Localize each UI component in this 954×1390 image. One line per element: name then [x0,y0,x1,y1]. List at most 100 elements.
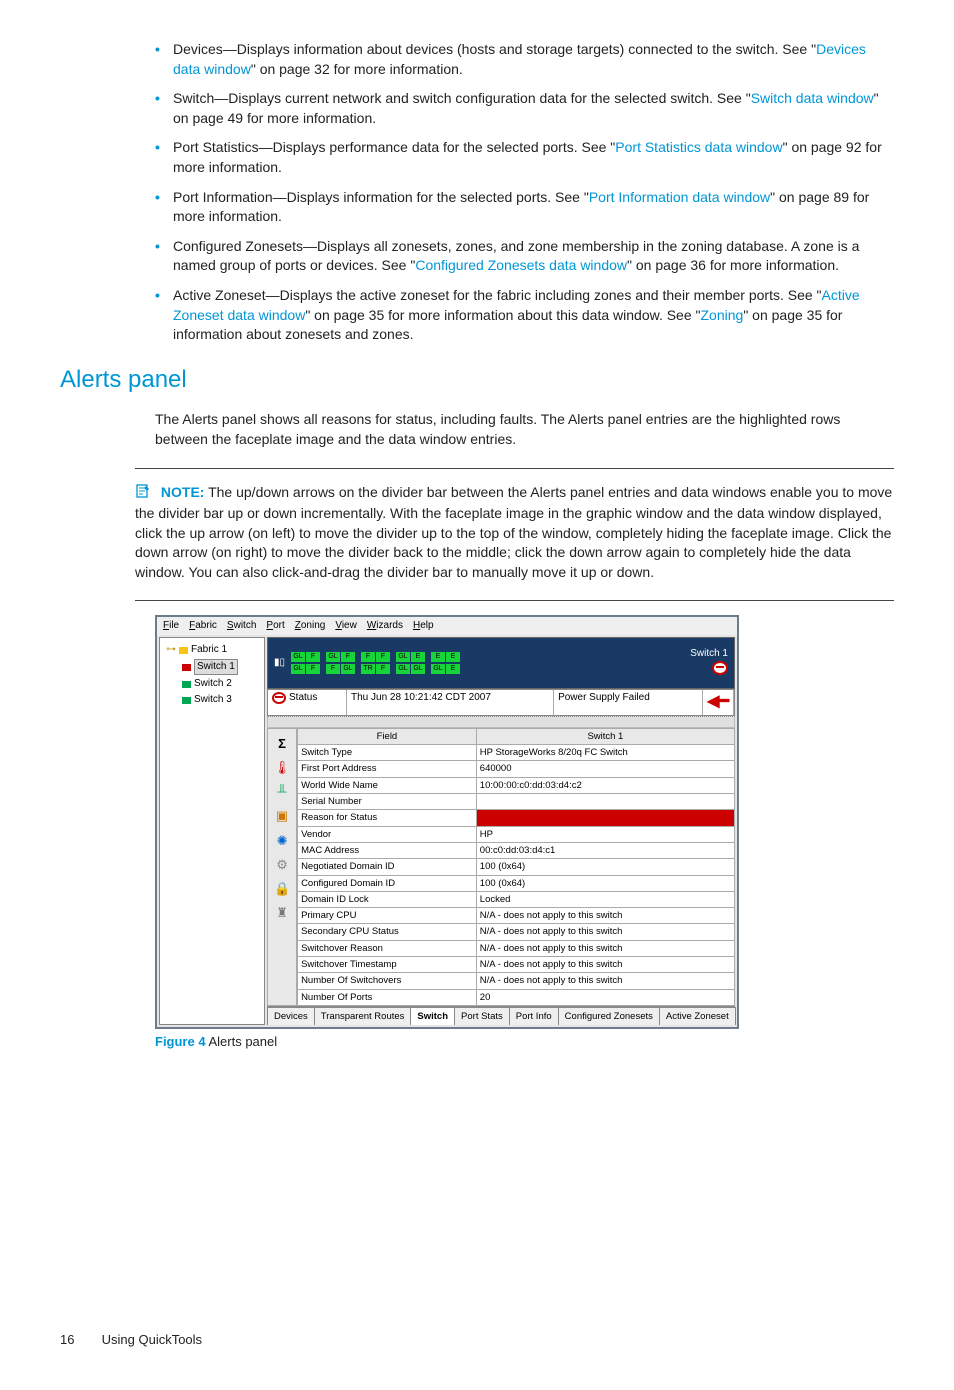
tab[interactable]: Port Stats [454,1007,510,1025]
menu-item[interactable]: Fabric [189,619,217,633]
cross-reference-link[interactable]: Port Information data window [589,189,770,205]
lock-icon[interactable]: 🔒 [274,880,290,898]
tree-item[interactable]: Switch 2 [162,676,262,692]
globe-icon[interactable]: ✺ [277,832,288,850]
cell-field: First Port Address [298,761,477,777]
table-row: Number Of Ports20 [298,989,735,1005]
note-block: NOTE: The up/down arrows on the divider … [135,483,894,583]
cell-field: Number Of Ports [298,989,477,1005]
divider-bar[interactable] [267,716,735,728]
note-text: The up/down arrows on the divider bar be… [135,484,892,580]
cell-value: Locked [476,891,734,907]
table-row: World Wide Name10:00:00:c0:dd:03:d4:c2 [298,777,735,793]
faceplate[interactable]: ▮▯ Switch 1 [267,637,735,689]
fabric-swatch [179,647,188,654]
cell-field: Serial Number [298,794,477,810]
tab-bar[interactable]: DevicesTransparent RoutesSwitchPort Stat… [267,1006,735,1025]
thermometer-icon[interactable]: 🌡 [274,759,291,777]
cross-reference-link[interactable]: Active Zoneset data window [173,287,860,323]
fabric-tree[interactable]: ⊶ Fabric 1 Switch 1Switch 2 Switch 3 [159,637,265,1025]
status-time: Thu Jun 28 10:21:42 CDT 2007 [347,690,554,714]
note-icon [135,483,153,505]
tab[interactable]: Switch [410,1007,455,1025]
table-header-field[interactable]: Field [298,728,477,744]
cell-value: N/A - does not apply to this switch [476,973,734,989]
note-label: NOTE: [161,484,205,500]
intro-bullet-list: Devices—Displays information about devic… [60,40,894,345]
switch-swatch [182,664,191,671]
menu-item[interactable]: Switch [227,619,256,633]
menu-item[interactable]: Wizards [367,619,403,633]
menu-item[interactable]: Help [413,619,434,633]
cell-field: Negotiated Domain ID [298,859,477,875]
menu-item[interactable]: File [163,619,179,633]
section-intro: The Alerts panel shows all reasons for s… [155,410,894,449]
cross-reference-link[interactable]: Configured Zonesets data window [415,257,627,273]
cell-field: Domain ID Lock [298,891,477,907]
cross-reference-link[interactable]: Switch data window [751,90,874,106]
table-row: Switch TypeHP StorageWorks 8/20q FC Swit… [298,745,735,761]
menu-item[interactable]: Zoning [295,619,326,633]
cross-reference-link[interactable]: Zoning [701,307,744,323]
tab[interactable]: Port Info [509,1007,559,1025]
table-header-value[interactable]: Switch 1 [476,728,734,744]
menubar[interactable]: File Fabric Switch Port Zoning View Wizards Hel… [157,617,737,635]
cell-value [476,794,734,810]
tree-root-label: Fabric 1 [191,643,227,657]
bullet-item: Port Statistics—Displays performance dat… [155,138,894,177]
cell-field: Primary CPU [298,908,477,924]
cell-field: Configured Domain ID [298,875,477,891]
tower-icon[interactable]: ♜ [276,904,288,922]
page-number: 16 [60,1331,98,1349]
cell-value: Power Supply Failed [476,810,734,826]
page-footer: 16 Using QuickTools [60,1331,894,1349]
table-row: Reason for StatusPower Supply Failed [298,810,735,826]
tree-root[interactable]: ⊶ Fabric 1 [162,642,262,658]
cross-reference-link[interactable]: Devices data window [173,41,866,77]
app-window: File Fabric Switch Port Zoning View Wizards Hel… [155,615,739,1029]
cell-field: Secondary CPU Status [298,924,477,940]
figure-number: Figure 4 [155,1034,206,1049]
bullet-item: Active Zoneset—Displays the active zones… [155,286,894,345]
cell-value: 20 [476,989,734,1005]
cell-field: Number Of Switchovers [298,973,477,989]
cell-value: HP [476,826,734,842]
cell-value: N/A - does not apply to this switch [476,957,734,973]
switch-swatch [182,697,191,704]
cross-reference-link[interactable]: Port Statistics data window [615,139,782,155]
menu-item[interactable]: Port [266,619,284,633]
cell-value: N/A - does not apply to this switch [476,908,734,924]
table-row: Serial Number [298,794,735,810]
tab[interactable]: Devices [267,1007,315,1025]
bullet-item: Devices—Displays information about devic… [155,40,894,79]
bullet-item: Port Information—Displays information fo… [155,188,894,227]
table-row: Domain ID LockLocked [298,891,735,907]
cell-value: 10:00:00:c0:dd:03:d4:c2 [476,777,734,793]
tab[interactable]: Transparent Routes [314,1007,412,1025]
callout-arrow-icon: ◀━ [703,690,734,714]
table-row: Number Of SwitchoversN/A - does not appl… [298,973,735,989]
switch-swatch [182,681,191,688]
status-oval-icon [712,661,728,675]
table-row: First Port Address640000 [298,761,735,777]
cell-field: Switch Type [298,745,477,761]
chip-icon[interactable]: ▣ [276,807,288,825]
sigma-icon[interactable]: Σ [278,735,286,753]
gear-icon[interactable]: ⚙ [276,856,288,874]
tree-item-label: Switch 2 [194,677,232,691]
bullet-item: Configured Zonesets—Displays all zoneset… [155,237,894,276]
network-icon[interactable]: ╨ [277,783,286,801]
menu-item[interactable]: View [335,619,357,633]
faceplate-switch-label: Switch 1 [690,647,728,661]
table-row: Switchover ReasonN/A - does not apply to… [298,940,735,956]
tree-item[interactable]: Switch 1 [162,658,262,676]
section-heading: Alerts panel [60,363,894,397]
tab[interactable]: Configured Zonesets [558,1007,660,1025]
cell-value: 100 (0x64) [476,875,734,891]
tab[interactable]: Active Zoneset [659,1007,736,1025]
table-row: Secondary CPU StatusN/A - does not apply… [298,924,735,940]
tree-item[interactable]: Switch 3 [162,692,262,708]
tree-item-label: Switch 3 [194,693,232,707]
icon-column[interactable]: Σ 🌡 ╨ ▣ ✺ ⚙ 🔒 ♜ [267,728,297,1006]
cell-field: Reason for Status [298,810,477,826]
